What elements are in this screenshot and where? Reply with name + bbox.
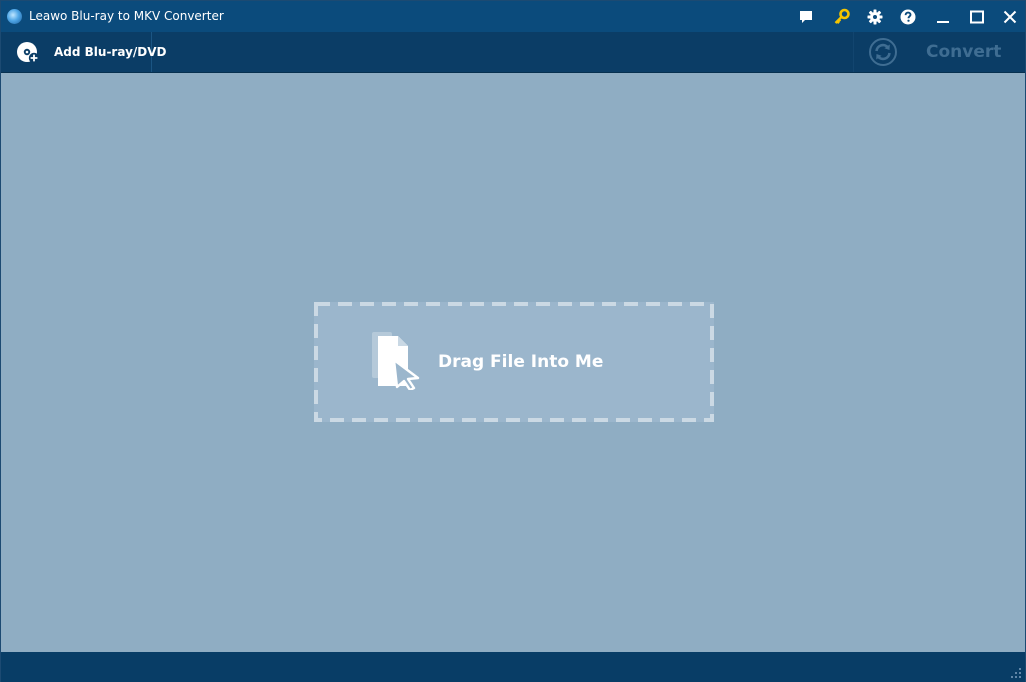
close-icon xyxy=(1003,10,1017,24)
drop-zone[interactable]: Drag File Into Me xyxy=(314,302,714,422)
file-list-area[interactable]: Drag File Into Me xyxy=(1,73,1025,652)
maximize-icon xyxy=(970,10,984,24)
toolbar: Add Blu-ray/DVD Convert xyxy=(1,32,1025,73)
window-title: Leawo Blu-ray to MKV Converter xyxy=(29,9,224,23)
convert-refresh-icon xyxy=(869,38,897,66)
convert-button[interactable]: Convert xyxy=(853,32,1026,72)
drop-zone-label: Drag File Into Me xyxy=(438,352,604,372)
key-icon xyxy=(834,8,850,24)
add-bluray-dvd-label: Add Blu-ray/DVD xyxy=(54,45,167,59)
gear-icon xyxy=(867,9,883,25)
resize-grip-icon[interactable] xyxy=(1011,668,1021,678)
register-key-button[interactable] xyxy=(829,5,855,29)
minimize-icon xyxy=(937,21,949,23)
help-button[interactable] xyxy=(895,5,921,29)
status-bar xyxy=(1,652,1025,682)
app-logo-icon xyxy=(7,9,22,24)
close-button[interactable] xyxy=(997,5,1023,29)
settings-button[interactable] xyxy=(862,5,888,29)
minimize-button[interactable] xyxy=(930,5,956,29)
title-bar[interactable]: Leawo Blu-ray to MKV Converter xyxy=(1,1,1025,32)
convert-label: Convert xyxy=(926,42,1002,62)
feedback-button[interactable] xyxy=(793,5,819,29)
disc-add-icon xyxy=(17,42,40,64)
file-cursor-icon xyxy=(372,332,420,390)
help-icon xyxy=(900,9,916,25)
feedback-icon xyxy=(800,11,812,23)
add-bluray-dvd-button[interactable]: Add Blu-ray/DVD xyxy=(1,32,167,72)
maximize-button[interactable] xyxy=(964,5,990,29)
app-window: Leawo Blu-ray to MKV Converter Add Blu-r… xyxy=(0,0,1026,682)
